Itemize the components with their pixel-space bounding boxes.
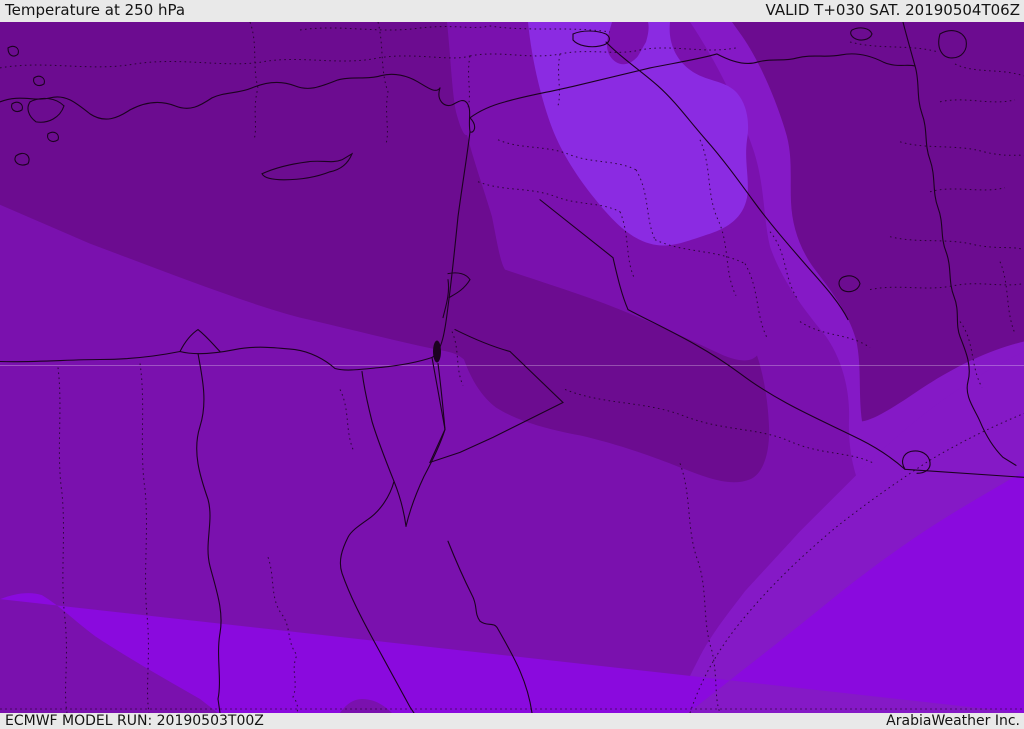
- map-canvas: [0, 22, 1024, 713]
- weather-map-screenshot: Temperature at 250 hPa VALID T+030 SAT. …: [0, 0, 1024, 729]
- dead-sea: [433, 340, 441, 363]
- valid-time-label: VALID T+030 SAT. 20190504T06Z: [765, 1, 1020, 19]
- temperature-map: [0, 22, 1024, 713]
- map-title: Temperature at 250 hPa: [5, 1, 186, 19]
- footer-bar: ECMWF MODEL RUN: 20190503T00Z ArabiaWeat…: [0, 713, 1024, 729]
- header-bar: Temperature at 250 hPa VALID T+030 SAT. …: [0, 0, 1024, 22]
- model-run-label: ECMWF MODEL RUN: 20190503T00Z: [5, 712, 264, 729]
- credit-label: ArabiaWeather Inc.: [886, 712, 1020, 729]
